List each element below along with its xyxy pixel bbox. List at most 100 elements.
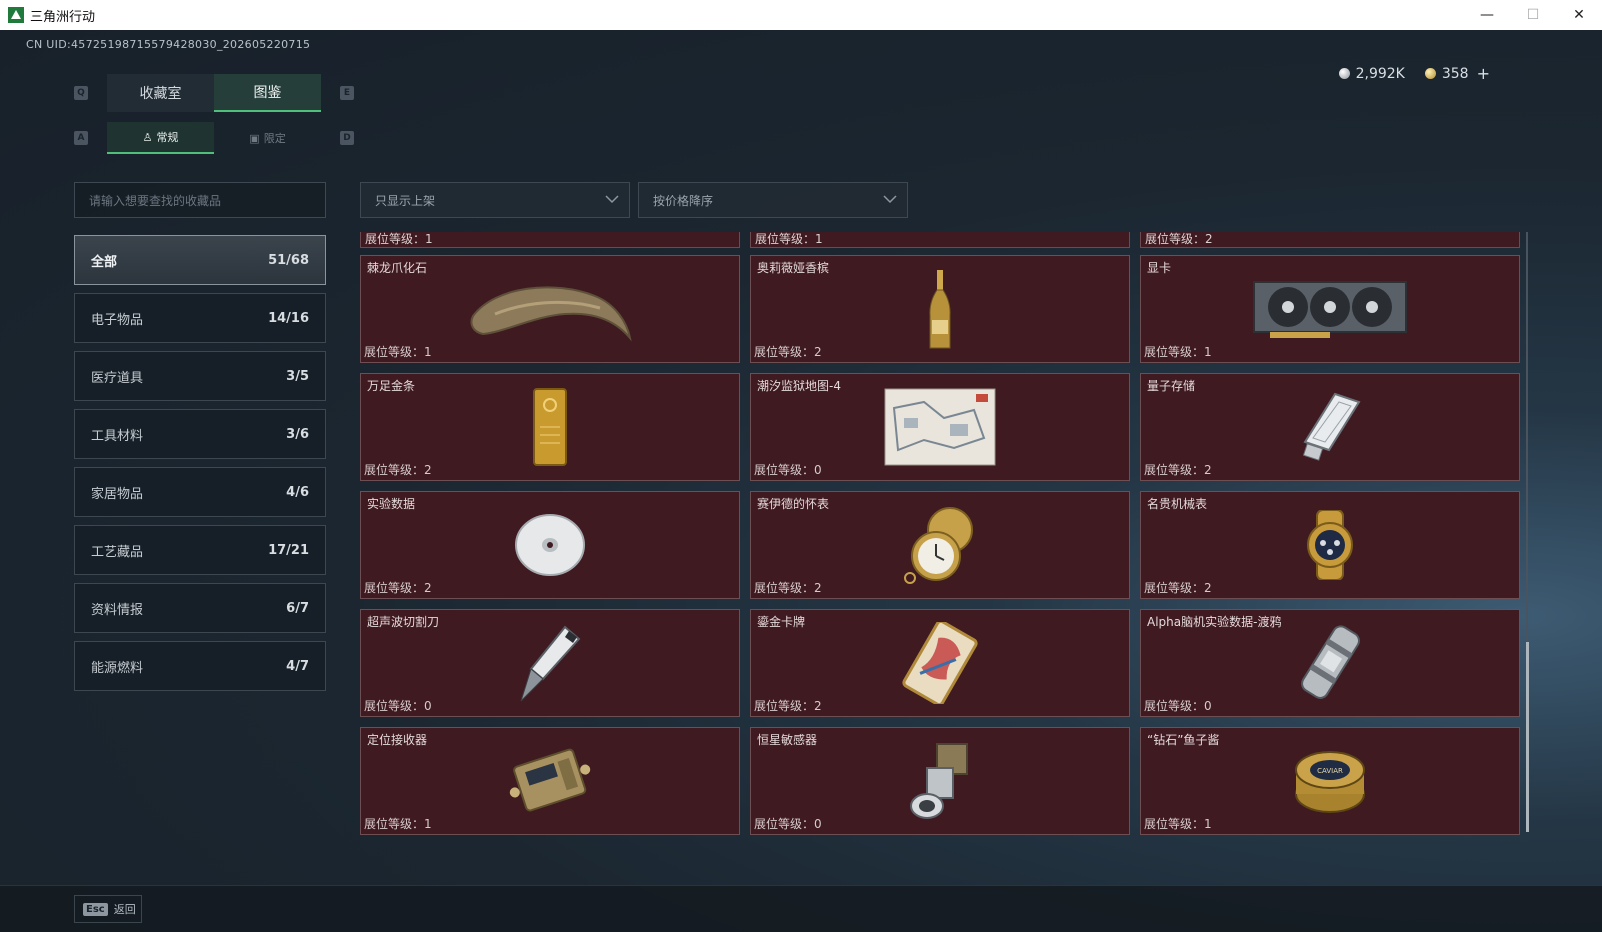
item-cell[interactable]: 定位接收器 展位等级：1 xyxy=(360,727,740,835)
item-name: “钻石”鱼子酱 xyxy=(1147,733,1220,747)
booth-level: 展位等级：0 xyxy=(364,699,432,713)
maximize-button[interactable]: ☐ xyxy=(1510,0,1556,30)
item-cell[interactable]: 潮汐监狱地图-4 展位等级：0 xyxy=(750,373,1130,481)
item-cell[interactable]: 显卡 展位等级：1 xyxy=(1140,255,1520,363)
gold-bar-icon xyxy=(533,388,567,466)
item-name: 定位接收器 xyxy=(367,733,428,747)
close-button[interactable]: ✕ xyxy=(1556,0,1602,30)
window-titlebar: 三角洲行动 — ☐ ✕ xyxy=(0,0,1602,30)
category-list: 全部 51/68 电子物品 14/16 医疗道具 3/5 工具材料 3/6 家居物品 4/… xyxy=(74,235,326,699)
app-logo-icon xyxy=(8,7,24,23)
pocket-watch-icon xyxy=(904,507,973,584)
booth-level: 展位等级：2 xyxy=(364,463,432,477)
search-input[interactable]: 请输入想要查找的收藏品 xyxy=(74,182,326,218)
add-currency-button[interactable]: + xyxy=(1477,64,1490,83)
silver-amount: 2,992K xyxy=(1355,65,1405,82)
category-count: 4/7 xyxy=(286,658,309,674)
booth-level: 展位等级：2 xyxy=(364,581,432,595)
item-name: 鎏金卡牌 xyxy=(757,615,806,629)
ultrasonic-knife-icon xyxy=(520,625,581,702)
item-cell[interactable]: 奥莉薇娅香槟 展位等级：2 xyxy=(750,255,1130,363)
category-intel[interactable]: 资料情报 6/7 xyxy=(74,583,326,633)
map-icon xyxy=(884,388,996,466)
subtab-regular[interactable]: ♙ 常规 xyxy=(107,122,214,154)
booth-level: 展位等级：0 xyxy=(754,817,822,831)
item-name: 万足金条 xyxy=(367,379,416,393)
key-hint-a: A xyxy=(74,131,88,145)
category-label: 工具材料 xyxy=(91,428,144,444)
item-name: 恒星敏感器 xyxy=(757,733,818,747)
booth-level: 展位等级：2 xyxy=(754,345,822,359)
category-count: 14/16 xyxy=(268,310,309,326)
gold-coin-icon xyxy=(1424,68,1436,79)
partial-item-cell[interactable]: 展位等级：1 xyxy=(360,232,740,248)
item-cell[interactable]: 名贵机械表 展位等级：2 xyxy=(1140,491,1520,599)
data-canister-icon xyxy=(1301,625,1360,699)
item-name: 奥莉薇娅香槟 xyxy=(757,261,830,275)
main-tabs: 收藏室 图鉴 xyxy=(107,74,321,112)
subtab-limited[interactable]: ▣ 限定 xyxy=(214,122,321,154)
sort-dropdown[interactable]: 按价格降序 xyxy=(638,182,908,218)
item-cell[interactable]: Alpha脑机实验数据-渡鸦 展位等级：0 xyxy=(1140,609,1520,717)
category-crafts[interactable]: 工艺藏品 17/21 xyxy=(74,525,326,575)
item-cell[interactable]: 实验数据 展位等级：2 xyxy=(360,491,740,599)
category-energy[interactable]: 能源燃料 4/7 xyxy=(74,641,326,691)
back-button[interactable]: Esc 返回 xyxy=(74,895,142,923)
category-medical[interactable]: 医疗道具 3/5 xyxy=(74,351,326,401)
caviar-tin-icon: CAVIAR xyxy=(1295,751,1365,813)
shelf-filter-dropdown[interactable]: 只显示上架 xyxy=(360,182,630,218)
disc-icon xyxy=(515,514,585,576)
key-hint-d: D xyxy=(340,131,354,145)
booth-level: 展位等级：2 xyxy=(1144,463,1212,477)
booth-level: 展位等级：2 xyxy=(1144,581,1212,595)
item-grid: 展位等级：1 展位等级：1 展位等级：2 棘龙爪化石 展位等级：1 奥莉薇娅香槟… xyxy=(360,232,1522,856)
sort-value: 按价格降序 xyxy=(653,193,714,208)
item-name: 棘龙爪化石 xyxy=(367,261,428,275)
item-cell[interactable]: 赛伊德的怀表 展位等级：2 xyxy=(750,491,1130,599)
champagne-bottle-icon xyxy=(929,270,951,349)
item-cell[interactable]: 鎏金卡牌 展位等级：2 xyxy=(750,609,1130,717)
figure-icon: ♙ xyxy=(142,130,153,144)
category-label: 资料情报 xyxy=(91,602,144,618)
partial-item-cell[interactable]: 展位等级：1 xyxy=(750,232,1130,248)
back-label: 返回 xyxy=(113,903,136,916)
item-name: 显卡 xyxy=(1147,261,1172,275)
key-hint-q: Q xyxy=(74,86,88,100)
category-all[interactable]: 全部 51/68 xyxy=(74,235,326,285)
item-cell[interactable]: 万足金条 展位等级：2 xyxy=(360,373,740,481)
minimize-button[interactable]: — xyxy=(1464,0,1510,30)
subtab-regular-label: 常规 xyxy=(156,131,179,144)
caviar-label: CAVIAR xyxy=(1317,767,1343,775)
category-electronics[interactable]: 电子物品 14/16 xyxy=(74,293,326,343)
category-label: 医疗道具 xyxy=(91,370,144,386)
item-name: 名贵机械表 xyxy=(1147,497,1208,511)
category-label: 工艺藏品 xyxy=(91,544,144,560)
grid-scrollbar-thumb[interactable] xyxy=(1526,642,1529,832)
item-name: 量子存储 xyxy=(1147,379,1196,393)
category-tools[interactable]: 工具材料 3/6 xyxy=(74,409,326,459)
item-cell[interactable]: 超声波切割刀 展位等级：0 xyxy=(360,609,740,717)
gps-receiver-icon xyxy=(509,748,591,812)
category-household[interactable]: 家居物品 4/6 xyxy=(74,467,326,517)
search-placeholder: 请输入想要查找的收藏品 xyxy=(89,193,222,208)
tab-catalog[interactable]: 图鉴 xyxy=(214,74,321,112)
category-count: 6/7 xyxy=(286,600,309,616)
item-name: 赛伊德的怀表 xyxy=(757,497,830,511)
category-count: 4/6 xyxy=(286,484,309,500)
partial-item-cell[interactable]: 展位等级：2 xyxy=(1140,232,1520,248)
category-count: 51/68 xyxy=(268,252,309,268)
window-title: 三角洲行动 xyxy=(30,9,96,25)
item-cell[interactable]: 恒星敏感器 展位等级：0 xyxy=(750,727,1130,835)
item-name: 超声波切割刀 xyxy=(367,615,440,629)
currency-bar: 2,992K 358 + xyxy=(1338,64,1490,83)
booth-level: 展位等级：1 xyxy=(1144,345,1212,359)
item-cell[interactable]: 棘龙爪化石 展位等级：1 xyxy=(360,255,740,363)
category-label: 能源燃料 xyxy=(91,660,144,676)
tab-collection-room[interactable]: 收藏室 xyxy=(107,74,214,112)
picture-icon: ▣ xyxy=(249,131,260,145)
partial-row: 展位等级：1 展位等级：1 展位等级：2 xyxy=(360,232,1522,248)
subtab-limited-label: 限定 xyxy=(263,132,286,145)
item-cell[interactable]: “钻石”鱼子酱 CAVIAR 展位等级：1 xyxy=(1140,727,1520,835)
sub-tabs: ♙ 常规 ▣ 限定 xyxy=(107,122,321,154)
item-cell[interactable]: 量子存储 展位等级：2 xyxy=(1140,373,1520,481)
